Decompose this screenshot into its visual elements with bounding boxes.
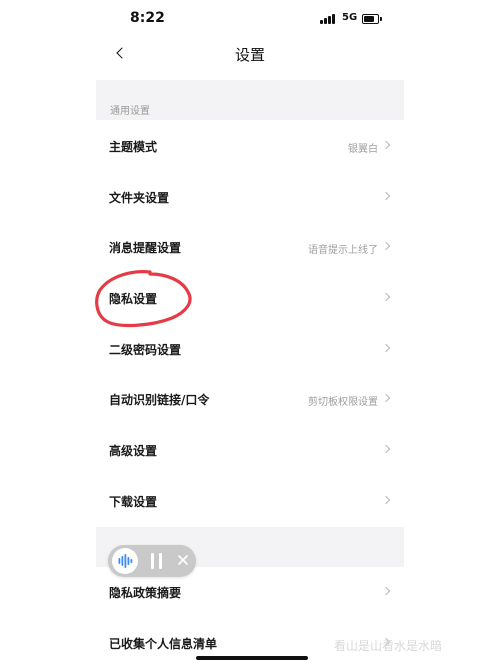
settings-row-link-detection[interactable]: 自动识别链接/口令 剪切板权限设置 [96,374,404,425]
row-title: 已收集个人信息清单 [109,637,218,651]
network-type: 5G [342,12,358,23]
row-value: 剪切板权限设置 [308,397,378,408]
row-title: 消息提醒设置 [109,241,182,255]
sound-wave-icon[interactable] [112,548,138,574]
battery-icon [362,14,382,24]
settings-row-advanced[interactable]: 高级设置 [96,425,404,476]
chevron-right-icon [384,294,390,300]
settings-row-secondary-password[interactable]: 二级密码设置 [96,324,404,375]
home-indicator [196,656,308,660]
chevron-right-icon [384,193,390,199]
floating-audio-control[interactable] [108,545,196,577]
close-icon[interactable] [174,551,192,569]
chevron-right-icon [384,243,390,249]
pause-icon[interactable] [151,553,163,569]
row-value: 银翼白 [348,144,378,155]
settings-row-privacy[interactable]: 隐私设置 [96,273,404,324]
row-title: 下载设置 [109,495,158,509]
settings-row-notifications[interactable]: 消息提醒设置 语音提示上线了 [96,222,404,273]
signal-icon [320,14,338,24]
settings-row-theme[interactable]: 主题模式 银翼白 [96,121,404,172]
section-header-general: 通用设置 [96,80,404,120]
watermark: 看山是山看水是水暗 [334,639,443,653]
page-title: 设置 [234,46,265,64]
row-title: 隐私政策摘要 [109,586,182,600]
row-title: 文件夹设置 [109,191,170,205]
chevron-right-icon [384,395,390,401]
row-title: 自动识别链接/口令 [109,393,210,407]
section-header-label: 通用设置 [110,106,150,117]
nav-bar: 设置 [96,38,404,78]
row-title: 高级设置 [109,444,158,458]
chevron-right-icon [384,588,390,594]
status-bar: 8:22 5G [96,0,404,38]
row-value: 语音提示上线了 [308,245,378,256]
row-title: 隐私设置 [109,292,158,306]
settings-row-download[interactable]: 下载设置 [96,476,404,527]
settings-row-folder[interactable]: 文件夹设置 [96,172,404,223]
status-time: 8:22 [130,10,165,26]
row-title: 二级密码设置 [109,343,182,357]
chevron-right-icon [384,142,390,148]
chevron-right-icon [384,497,390,503]
chevron-right-icon [384,345,390,351]
row-title: 主题模式 [109,140,158,154]
chevron-right-icon [384,446,390,452]
